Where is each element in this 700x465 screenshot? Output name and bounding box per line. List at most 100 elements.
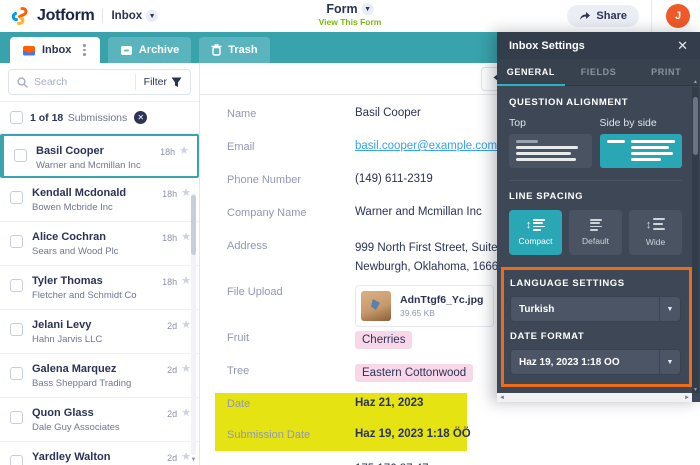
submission-time: 18h [162,232,178,243]
field-label: Date [227,398,251,410]
submission-company: Warner and Mcmillan Inc [36,160,141,171]
address-line-2: Newburgh, Oklahoma, 16669 [355,260,505,273]
submission-time: 2d [167,320,178,331]
alignment-side-by-side-option[interactable] [599,134,682,168]
inbox-tray-icon [22,45,36,56]
field-label: File Upload [227,286,283,298]
submission-list-item[interactable]: Jelani Levy Hahn Jarvis LLC 2d ★ [0,310,199,354]
submission-checkbox[interactable] [10,279,23,292]
wide-label: Wide [645,236,666,247]
line-spacing-heading: LINE SPACING [509,191,584,202]
panel-scroll-up-icon[interactable]: ▲ [692,79,699,85]
submission-time: 2d [167,364,178,375]
submission-checkbox[interactable] [10,411,23,424]
tab-inbox-label: Inbox [42,44,72,56]
share-label: Share [596,10,627,22]
tree-chip: Eastern Cottonwood [355,364,474,382]
form-chevron-down-icon[interactable]: ▼ [361,3,374,15]
submission-name: Yardley Walton [32,451,111,463]
archive-box-icon [120,45,133,56]
date-format-dropdown[interactable]: Haz 19, 2023 1:18 ÖÖ ▼ [510,349,681,375]
line-spacing-compact-option[interactable]: ↕ Compact [509,210,562,255]
panel-scroll-left-icon[interactable]: ◄ [499,395,505,401]
close-icon[interactable]: ✕ [677,39,688,52]
panel-scroll-down-icon[interactable]: ▼ [692,387,699,393]
line-spacing-default-option[interactable]: Default [569,210,622,255]
inbox-chevron-down-icon[interactable]: ▼ [146,10,159,22]
app-header: Jotform Inbox ▼ Form ▼ View This Form Sh… [0,0,700,32]
submission-checkbox[interactable] [10,323,23,336]
select-all-checkbox[interactable] [10,110,23,124]
submission-checkbox[interactable] [10,455,23,465]
view-this-form-link[interactable]: View This Form [319,17,382,27]
submission-list-item[interactable]: Yardley Walton Bird Espinoza Associates … [0,442,199,465]
submission-checkbox[interactable] [10,367,23,380]
filter-button[interactable]: Filter [134,74,182,90]
filter-label: Filter [143,76,167,88]
file-size: 39.65 KB [400,308,435,318]
submission-name: Alice Cochran [32,231,106,243]
date-format-heading: DATE FORMAT [510,331,585,342]
sidebar-scrollbar[interactable]: ▼ [189,193,198,465]
submission-list-item[interactable]: Kendall Mcdonald Bowen Mcbride Inc 18h ★ [0,178,199,222]
field-label: Phone Number [227,174,301,186]
jotform-logo[interactable]: Jotform [10,6,95,26]
star-icon[interactable]: ★ [179,146,189,157]
file-thumbnail [361,291,391,321]
chevron-down-icon: ▼ [659,297,680,321]
tab-fields[interactable]: FIELDS [565,59,633,85]
compact-label: Compact [518,236,553,247]
panel-horizontal-scrollbar[interactable]: ◄ ► [497,393,692,402]
submission-name: Galena Marquez [32,363,117,375]
orange-highlight-box: LANGUAGE SETTINGS Turkish ▼ DATE FORMAT … [501,267,692,387]
submission-checkbox[interactable] [14,149,27,162]
inbox-context-label[interactable]: Inbox [111,10,142,22]
tab-trash[interactable]: Trash [199,37,270,63]
search-input[interactable] [34,76,135,88]
submission-name: Basil Cooper [36,145,104,157]
panel-scroll-right-icon[interactable]: ► [684,395,690,401]
inbox-tab-kebab-icon[interactable] [81,42,88,58]
alignment-top-option[interactable] [509,134,592,168]
submission-company: Bowen Mcbride Inc [32,202,113,213]
date-format-dropdown-value: Haz 19, 2023 1:18 ÖÖ [519,356,620,368]
avatar[interactable]: J [666,4,690,28]
field-value: 999 North First Street, Suite 20 Newburg… [355,239,514,277]
tab-trash-label: Trash [228,44,258,56]
tab-print[interactable]: PRINT [632,59,700,85]
field-value: Warner and Mcmillan Inc [355,206,482,218]
search-icon [17,76,28,88]
submission-list-item[interactable]: Quon Glass Dale Guy Associates 2d ★ [0,398,199,442]
form-title-block: Form ▼ View This Form [319,2,382,27]
language-settings-heading: LANGUAGE SETTINGS [510,278,625,289]
alignment-top-label: Top [509,117,526,129]
field-label: Company Name [227,207,307,219]
tab-archive[interactable]: Archive [107,37,192,63]
tab-general[interactable]: GENERAL [497,59,565,86]
email-link[interactable]: basil.cooper@example.com [355,140,497,152]
submission-checkbox[interactable] [10,191,23,204]
jotform-logo-icon [10,6,30,26]
question-alignment-heading: QUESTION ALIGNMENT [509,97,629,108]
submission-list-item[interactable]: Alice Cochran Sears and Wood Plc 18h ★ [0,222,199,266]
share-button[interactable]: Share [567,5,639,27]
tab-inbox[interactable]: Inbox [10,37,100,63]
submission-checkbox[interactable] [10,235,23,248]
submission-company: Dale Guy Associates [32,422,120,433]
submission-company: Fletcher and Schmidt Co [32,290,137,301]
submission-list-item[interactable]: Galena Marquez Bass Sheppard Trading 2d … [0,354,199,398]
submission-time: 18h [160,146,176,157]
submission-list-item[interactable]: Basil Cooper Warner and Mcmillan Inc 18h… [0,134,199,178]
submission-company: Hahn Jarvis LLC [32,334,103,345]
chevron-down-icon: ▼ [659,350,680,374]
clear-selection-icon[interactable]: ✕ [134,110,148,124]
selection-summary-row: 1 of 18 Submissions ✕ [0,101,199,134]
panel-vertical-scrollbar[interactable]: ▲ ▼ [692,79,699,393]
submission-list-item[interactable]: Tyler Thomas Fletcher and Schmidt Co 18h… [0,266,199,310]
line-spacing-wide-option[interactable]: ↕ Wide [629,210,682,255]
uploaded-file-card[interactable]: AdnTtgf6_Yc.jpg 39.65 KB [355,285,495,327]
language-dropdown[interactable]: Turkish ▼ [510,296,681,322]
question-alignment-section: QUESTION ALIGNMENT Top Side by side [509,86,682,181]
sidebar-scroll-down-icon[interactable]: ▼ [189,456,198,465]
form-title[interactable]: Form [326,2,357,16]
